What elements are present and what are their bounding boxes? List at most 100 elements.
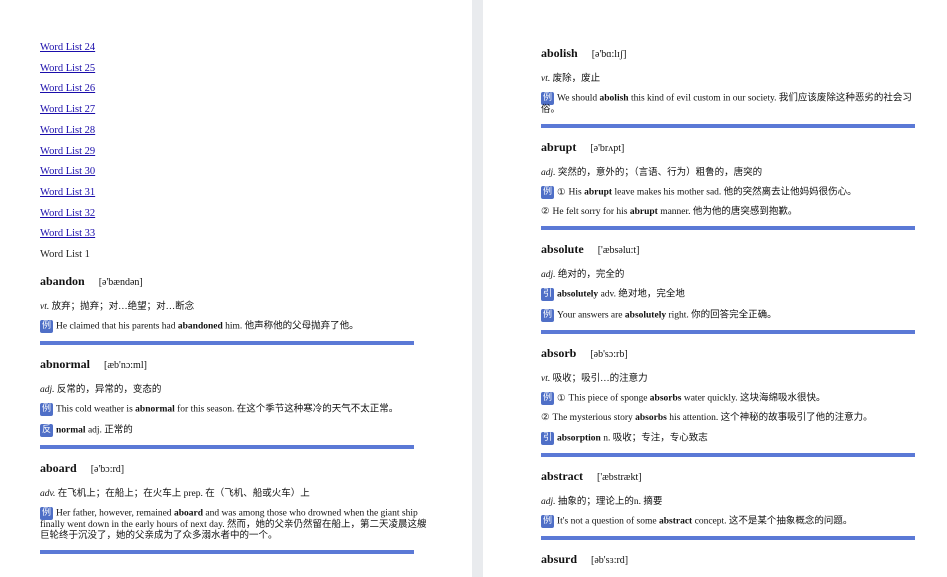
toc-link-word-list-28[interactable]: Word List 28 [40,121,432,142]
example-keyword: abandoned [177,321,223,332]
entry-divider [541,536,915,540]
example-keyword: abnormal [135,404,175,415]
headword: abolish [541,46,578,60]
example-sentence: 引 absolutely adv. 绝对地，完全地 [541,288,915,301]
toc-link-word-list-29[interactable]: Word List 29 [40,142,432,163]
definition-text: 绝对的，完全的 [555,270,625,280]
right-page: abolish [ə'bɑ:lɪʃ] vt. 废除，废止例 We should abo… [483,0,947,577]
example-text-post: his attention. 这个神秘的故事吸引了他的注意力。 [666,413,873,423]
headword: abandon [40,273,85,288]
definition: adj. 突然的，意外的；（言语、行为）粗鲁的，唐突的 [541,166,915,180]
definition: vt. 吸收；吸引…的注意力 [541,372,915,386]
toc-link-word-list-25[interactable]: Word List 25 [40,59,432,80]
example-text: We should abolish this kind of evil cust… [541,94,912,115]
toc-link-word-list-26[interactable]: Word List 26 [40,79,432,100]
phonetic: ['æbstrækt] [597,472,642,483]
toc-link-word-list-24[interactable]: Word List 24 [40,38,432,59]
example-keyword: abstract [658,516,693,527]
left-entries: abandon [ə'bændən] vt. 放弃；抛弃；对…绝望；对…断念例 He … [40,272,432,554]
definition-text: 废除，废止 [550,74,601,84]
headword: absolute [541,242,584,256]
example-text: absolutely adv. 绝对地，完全地 [557,290,685,300]
example-tag-icon: 例 [541,309,554,322]
headword: absorb [541,346,577,360]
toc-link-word-list-30[interactable]: Word List 30 [40,162,432,183]
example-sentence: 例 It's not a question of some abstract co… [541,515,915,528]
example-text-post: n. 吸收；专注，专心致志 [600,433,708,444]
example-keyword: normal [56,425,86,436]
example-text-post: leave makes his mother sad. 他的突然离去让他妈妈很伤… [612,187,857,198]
example-text-pre: It's not a question of some [557,516,659,527]
entry-headline: abandon [ə'bændən] [40,272,432,292]
example-number: ① [557,393,566,404]
example-text-pre: Her father, however, remained [56,508,174,519]
example-text-post: water quickly. 这块海绵吸水很快。 [681,393,826,404]
definition-text: 放弃；抛弃；对…绝望；对…断念 [49,301,195,312]
example-sentence: 例 ① This piece of sponge absorbs water qui… [541,392,915,405]
example-keyword: absolutely [624,310,667,321]
definition-text: 突然的，意外的；（言语、行为）粗鲁的，唐突的 [555,168,763,178]
definition-text: 反常的，异常的，变态的 [54,384,162,395]
phonetic: [əb'sɜ:rd] [591,555,629,566]
dictionary-entry: abandon [ə'bændən] vt. 放弃；抛弃；对…绝望；对…断念例 He … [40,272,432,333]
headword: aboard [40,460,77,475]
example-text-pre: He claimed that his parents had [56,321,178,332]
phonetic: [ə'bɑ:lɪʃ] [591,49,627,60]
example-number: ② [541,413,550,423]
example-keyword: absorbs [635,413,667,423]
part-of-speech: vt. [541,74,551,84]
example-text: absorption n. 吸收；专注，专心致志 [557,434,708,444]
headword: absurd [541,552,578,566]
example-text: His abrupt leave makes his mother sad. 他… [569,188,857,198]
phonetic: [ə'bɔ:rd] [90,463,125,475]
example-sentence: ② He felt sorry for his abrupt manner. 他为… [541,207,915,218]
example-tag-icon: 例 [541,515,554,528]
definition-text: 吸收；吸引…的注意力 [550,374,648,384]
phonetic: [ə'bændən] [98,276,143,288]
example-number: ② [541,207,550,217]
example-keyword: absolutely [557,289,599,300]
dictionary-entry: abrupt [ə'brʌpt] adj. 突然的，意外的；（言语、行为）粗鲁的，唐… [541,138,915,218]
example-sentence: ② The mysterious story absorbs his attent… [541,413,915,424]
phonetic: [ə'brʌpt] [590,143,625,154]
example-text-post: right. 你的回答完全正确。 [666,310,777,321]
example-sentence: 例 He claimed that his parents had abandon… [40,319,432,333]
entry-headline: abolish [ə'bɑ:lɪʃ] [541,44,915,64]
example-text: He felt sorry for his abrupt manner. 他为他… [553,207,798,217]
example-text: This piece of sponge absorbs water quick… [569,394,826,404]
part-of-speech: adv. [40,488,56,499]
definition-text: 在飞机上；在船上；在火车上 prep. 在（飞机、船或火车）上 [55,488,310,499]
example-text-post: adv. 绝对地，完全地 [598,289,685,300]
example-sentence: 例 Her father, however, remained aboard an… [40,506,432,542]
example-keyword: absorption [557,433,601,444]
entry-headline: abstract ['æbstrækt] [541,467,915,487]
example-tag-icon: 例 [541,186,554,199]
example-text-pre: He felt sorry for his [552,207,630,217]
toc-link-word-list-27[interactable]: Word List 27 [40,100,432,121]
example-tag-icon: 例 [40,319,53,333]
definition: vt. 废除，废止 [541,72,915,86]
entry-divider [40,444,414,449]
dictionary-entry: absolute ['æbsəlu:t] adj. 绝对的，完全的引 absolute… [541,240,915,322]
right-entries: abolish [ə'bɑ:lɪʃ] vt. 废除，废止例 We should abo… [541,44,915,570]
example-text-post: for this season. 在这个季节这种寒冷的天气不太正常。 [174,404,399,415]
example-text: Her father, however, remained aboard and… [40,508,426,540]
entry-divider [541,124,915,128]
example-tag-icon: 例 [40,402,53,416]
example-text-post: concept. 这不是某个抽象概念的问题。 [692,516,853,527]
example-keyword: abrupt [584,187,613,198]
dictionary-entry: absorb [əb'sɔ:rb] vt. 吸收；吸引…的注意力例 ① This pie… [541,344,915,445]
example-keyword: aboard [173,508,203,519]
example-tag-icon: 例 [40,506,53,520]
derivative-tag-icon: 引 [541,432,554,445]
part-of-speech: adj. [40,384,55,395]
example-text: normal adj. 正常的 [56,425,133,435]
toc-link-word-list-31[interactable]: Word List 31 [40,183,432,204]
example-keyword: abolish [599,93,629,104]
example-sentence: 例 This cold weather is abnormal for this … [40,402,432,416]
toc-link-word-list-32[interactable]: Word List 32 [40,204,432,225]
definition: adj. 绝对的，完全的 [541,268,915,282]
entry-divider [541,226,915,230]
toc-link-word-list-33[interactable]: Word List 33 [40,224,432,245]
derivative-tag-icon: 引 [541,288,554,301]
